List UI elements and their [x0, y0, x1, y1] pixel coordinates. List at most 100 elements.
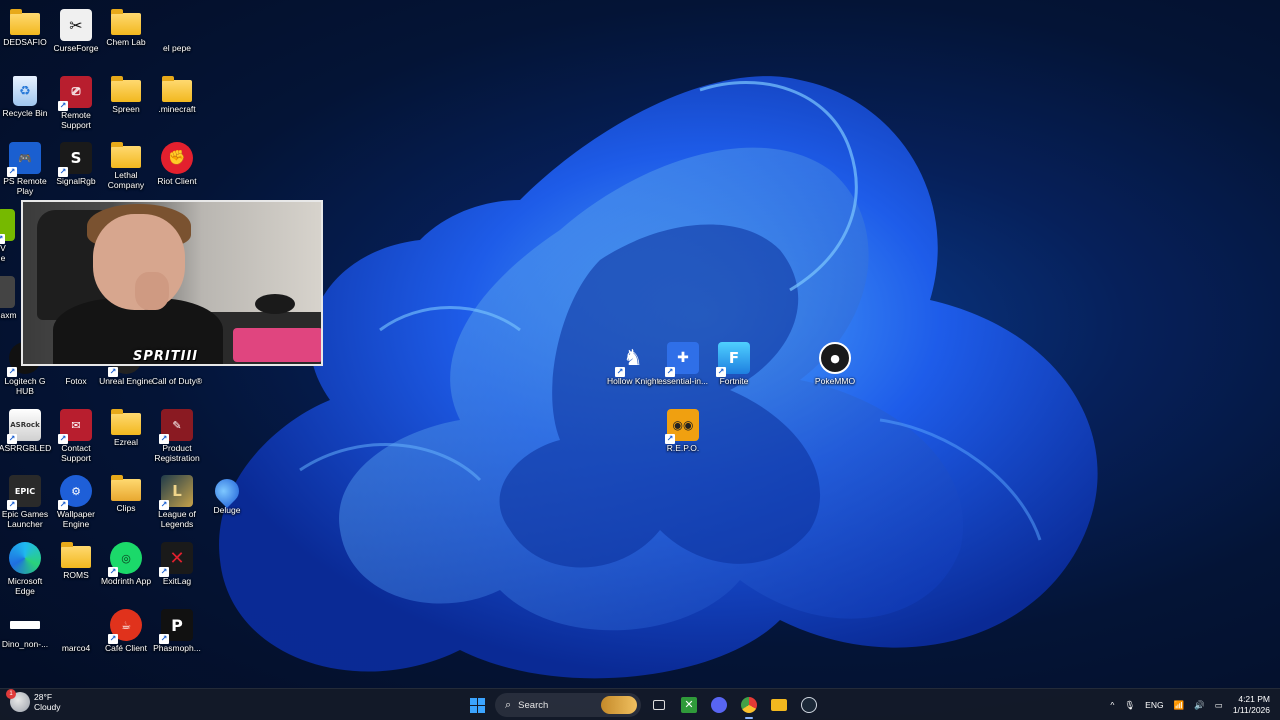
recycle-bin-icon: ♻ — [13, 76, 37, 106]
desktop-icon-label: PokeMMO — [814, 376, 856, 386]
desktop-icon-exitlag[interactable]: ✕ ExitLag — [152, 538, 202, 604]
desktop-icon-clips[interactable]: Clips — [101, 471, 151, 537]
folder-icon — [162, 76, 192, 102]
folder-icon — [111, 409, 141, 435]
desktop-icon-recycle-bin[interactable]: ♻ Recycle Bin — [0, 72, 50, 138]
weather-widget[interactable]: 1 28°F Cloudy — [6, 689, 60, 712]
windows-logo-icon — [469, 697, 485, 713]
desktop-icon-curseforge[interactable]: ✂ CurseForge — [51, 5, 101, 71]
dino-icon — [10, 621, 40, 629]
microphone-icon[interactable]: 🎙 — [1124, 700, 1135, 711]
taskbar-app-discord[interactable] — [707, 693, 731, 717]
desktop-icon-label: R.E.P.O. — [666, 443, 700, 453]
desktop-icon-asrrgbled[interactable]: ASRock ASRRGBLED — [0, 405, 52, 471]
desktop-icon-ezreal[interactable]: Ezreal — [101, 405, 151, 471]
desktop-icon-marco4[interactable]: marco4 — [51, 605, 101, 671]
exitlag-icon: ✕ — [159, 542, 193, 577]
desktop-icon-signalrgb[interactable]: S SignalRgb — [51, 138, 101, 204]
epic-games-icon: EPIC — [7, 475, 41, 510]
desktop-icon-nvidia-partial[interactable]: NV Ge — [0, 205, 18, 271]
desktop-icon-el-pepe[interactable]: el pepe — [152, 5, 202, 71]
clock[interactable]: 4:21 PM 1/11/2026 — [1233, 694, 1270, 716]
language-indicator[interactable]: ENG — [1145, 700, 1163, 710]
contact-support-icon: ✉ — [58, 409, 92, 444]
league-of-legends-icon: L — [159, 475, 193, 510]
wifi-icon[interactable]: 📶 — [1174, 700, 1185, 711]
phasmophobia-icon: P — [159, 609, 193, 644]
desktop-icon-pokemmo[interactable]: ● PokeMMO — [810, 338, 860, 404]
desktop-icon-dedsafio[interactable]: DEDSAFIO — [0, 5, 50, 71]
folder-icon — [111, 76, 141, 102]
desktop-icon-label: DEDSAFIO — [3, 37, 47, 47]
taskbar-app-steam[interactable] — [797, 693, 821, 717]
desktop-icon-dino[interactable]: Dino_non-... — [0, 605, 50, 671]
desktop-icon-ps-remote-play[interactable]: 🎮 PS Remote Play — [0, 138, 50, 204]
webcam-mousepad — [233, 328, 321, 362]
battery-icon[interactable]: ▭ — [1215, 700, 1223, 711]
desktop-icon-contact-support[interactable]: ✉ Contact Support — [51, 405, 101, 471]
deluge-icon — [210, 474, 244, 508]
desktop-icon-product-registration[interactable]: ✎ Product Registration — [152, 405, 202, 471]
desktop-icon-chem-lab[interactable]: Chem Lab — [101, 5, 151, 71]
volume-icon[interactable]: 🔊 — [1194, 700, 1205, 711]
desktop-icon-cafe-client[interactable]: ☕ Café Client — [101, 605, 151, 671]
clock-date: 1/11/2026 — [1232, 705, 1270, 715]
desktop-icon-label: SignalRgb — [56, 176, 96, 186]
edge-icon — [9, 542, 41, 574]
signalrgb-icon: S — [58, 142, 92, 177]
desktop-icon-modrinth[interactable]: ◎ Modrinth App — [101, 538, 151, 604]
desktop-icon-league-of-legends[interactable]: L League of Legends — [152, 471, 202, 537]
desktop-icon-label: CurseForge — [53, 43, 99, 53]
desktop-icon-label: marco4 — [61, 643, 91, 653]
clock-time: 4:21 PM — [1238, 694, 1270, 704]
desktop-icon-phasmophobia[interactable]: P Phasmoph... — [152, 605, 202, 671]
taskbar-app-chrome[interactable] — [737, 693, 761, 719]
desktop-icon-lethal-company[interactable]: Lethal Company — [101, 138, 151, 204]
file-explorer-icon — [771, 699, 787, 711]
desktop-icon-maxm-partial[interactable]: maxm — [0, 272, 20, 338]
fortnite-icon: F — [716, 342, 750, 377]
desktop-icon-label: ExitLag — [162, 576, 192, 586]
desktop-icon-label: .minecraft — [158, 104, 196, 114]
chevron-up-icon[interactable]: ^ — [1110, 700, 1114, 710]
desktop-icon-label: maxm — [0, 310, 17, 320]
taskbar-app-xbox[interactable]: ✕ — [677, 693, 701, 717]
notification-badge: 1 — [6, 689, 16, 699]
desktop-icon-deluge[interactable]: Deluge — [202, 471, 252, 537]
desktop-icon-wallpaper-engine[interactable]: ⚙ Wallpaper Engine — [51, 471, 101, 537]
wallpaper-engine-icon: ⚙ — [58, 475, 92, 510]
taskbar-app-file-explorer[interactable] — [767, 693, 791, 717]
desktop-icon-label: ASRRGBLED — [0, 443, 52, 453]
desktop-icon-label: Epic Games Launcher — [1, 509, 49, 529]
desktop-icon-roms[interactable]: ROMS — [51, 538, 101, 604]
desktop-icon-essential[interactable]: ✚ essential-in... — [658, 338, 708, 404]
xbox-app-icon: ✕ — [681, 697, 697, 713]
desktop-icon-label: ROMS — [63, 570, 89, 580]
desktop-icon-label: Spreen — [112, 104, 140, 114]
webcam-overlay: SPRITIII — [21, 200, 323, 366]
discord-icon — [711, 697, 727, 713]
desktop-icon-remote-support[interactable]: ⎚ Remote Support — [51, 72, 101, 138]
desktop-icon-spreen[interactable]: Spreen — [101, 72, 151, 138]
start-button[interactable] — [465, 693, 489, 717]
desktop-icon-epic-games[interactable]: EPIC Epic Games Launcher — [0, 471, 50, 537]
desktop-icon-label: Fotox — [65, 376, 87, 386]
desktop-icon-minecraft[interactable]: .minecraft — [152, 72, 202, 138]
desktop-icon-hollow-knight[interactable]: ♞ Hollow Knight — [607, 338, 659, 404]
folder-icon — [61, 542, 91, 568]
desktop-icon-label: el pepe — [163, 43, 191, 53]
chrome-icon — [741, 697, 757, 713]
search-label: Search — [518, 699, 549, 711]
desktop-icon-microsoft-edge[interactable]: Microsoft Edge — [0, 538, 50, 604]
desktop-icon-label: PS Remote Play — [3, 176, 47, 196]
asrock-icon: ASRock — [7, 409, 41, 444]
task-view-icon — [653, 700, 665, 710]
desktop-icon-label: Riot Client — [157, 176, 197, 186]
search-highlight-icon — [601, 696, 637, 714]
taskbar-search[interactable]: ⌕ Search — [495, 693, 641, 717]
desktop-icon-repo[interactable]: ◉◉ R.E.P.O. — [658, 405, 708, 471]
task-view-button[interactable] — [647, 693, 671, 717]
desktop-icon-riot-client[interactable]: ✊ Riot Client — [152, 138, 202, 204]
repo-icon: ◉◉ — [665, 409, 699, 444]
desktop-icon-fortnite[interactable]: F Fortnite — [709, 338, 759, 404]
